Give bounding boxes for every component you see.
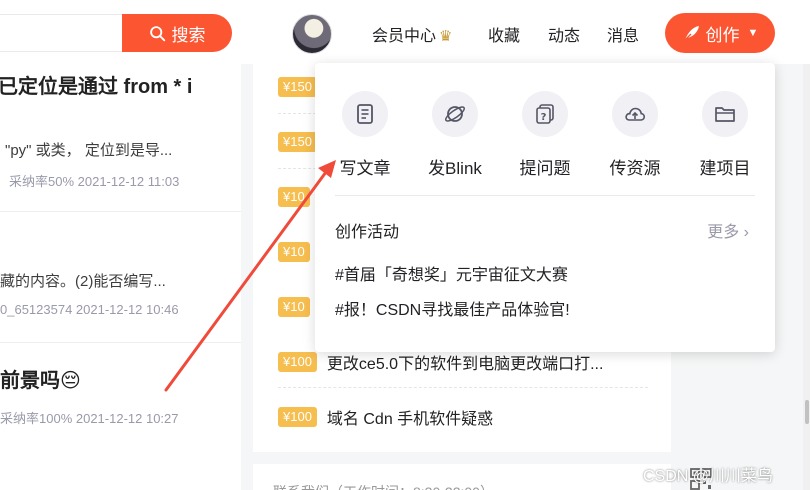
chevron-right-icon: › xyxy=(743,224,749,241)
bounty-row[interactable]: ¥100 域名 Cdn 手机软件疑惑 xyxy=(278,405,648,429)
bounty-badge: ¥150 xyxy=(278,77,317,97)
folder-icon xyxy=(702,91,748,137)
dashed-divider xyxy=(278,387,648,388)
tool-create-project[interactable]: 建项目 xyxy=(690,91,760,179)
nav-favorites[interactable]: 收藏 xyxy=(488,22,520,46)
search-button[interactable]: 搜索 xyxy=(122,14,232,52)
question-title-3[interactable]: 前景吗😔 xyxy=(0,364,241,393)
scrollbar-thumb[interactable] xyxy=(805,400,809,424)
crown-icon: ♛ xyxy=(439,28,453,45)
tool-label: 发Blink xyxy=(428,159,482,178)
question-title-1[interactable]: 已定位是通过 from * i xyxy=(0,70,239,99)
bounty-badge: ¥10 xyxy=(278,297,310,317)
menu-divider xyxy=(335,195,755,196)
watermark: CSDN @川川菜鸟 xyxy=(643,468,774,485)
search-icon xyxy=(149,25,165,41)
bounty-badge: ¥10 xyxy=(278,242,310,262)
top-navbar: 搜索 会员中心 ♛ 收藏 动态 消息 创作 ▼ xyxy=(0,0,810,64)
tool-label: 提问题 xyxy=(519,159,571,178)
question-icon: ? xyxy=(522,91,568,137)
tool-label: 写文章 xyxy=(339,159,391,178)
bounty-title[interactable]: 更改ce5.0下的软件到电脑更改端口打... xyxy=(327,350,603,374)
question-meta-1: 采纳率50% 2021-12-12 11:03 xyxy=(9,174,180,189)
create-button-label: 创作 xyxy=(705,25,740,45)
tool-upload-resource[interactable]: 传资源 xyxy=(600,91,670,179)
tool-post-blink[interactable]: 发Blink xyxy=(420,91,490,179)
question-meta-3: 采纳率100% 2021-12-12 10:27 xyxy=(0,411,179,426)
contact-text: 联系我们（工作时间：8:30-22:00） xyxy=(273,482,494,490)
cloud-upload-icon xyxy=(612,91,658,137)
search-input[interactable] xyxy=(0,14,135,52)
avatar[interactable] xyxy=(292,14,332,54)
nav-vip-label: 会员中心 xyxy=(372,28,437,45)
search-button-label: 搜索 xyxy=(171,25,206,45)
bounty-badge: ¥100 xyxy=(278,352,317,372)
activity-heading: 创作活动 xyxy=(335,224,400,241)
planet-icon xyxy=(432,91,478,137)
question-snippet-1: "py" 或类， 定位到是导... xyxy=(5,142,173,159)
nav-dynamics[interactable]: 动态 xyxy=(548,22,580,46)
list-divider xyxy=(0,342,241,343)
nav-vip-center[interactable]: 会员中心 ♛ xyxy=(372,22,452,46)
activity-link-2[interactable]: #报！CSDN寻找最佳产品体验官! xyxy=(335,296,570,320)
tool-write-article[interactable]: 写文章 xyxy=(330,91,400,179)
document-icon xyxy=(342,91,388,137)
contact-card: 联系我们（工作时间：8:30-22:00） xyxy=(253,464,671,490)
tool-label: 传资源 xyxy=(609,159,661,178)
tool-ask-question[interactable]: ? 提问题 xyxy=(510,91,580,179)
bounty-badge: ¥10 xyxy=(278,187,310,207)
question-meta-2: 0_65123574 2021-12-12 10:46 xyxy=(0,302,179,317)
bounty-row[interactable]: ¥100 更改ce5.0下的软件到电脑更改端口打... xyxy=(278,350,648,374)
scrollbar-track[interactable] xyxy=(803,64,810,490)
activity-link-1[interactable]: #首届「奇想奖」元宇宙征文大赛 xyxy=(335,261,568,285)
create-dropdown-menu: 写文章 发Blink ? 提问题 传资源 建项目 创作活动 更多 › #首届「奇… xyxy=(315,63,775,352)
pen-icon xyxy=(683,26,699,42)
caret-down-icon: ▼ xyxy=(747,27,759,39)
create-button[interactable]: 创作 ▼ xyxy=(665,13,775,53)
svg-text:?: ? xyxy=(541,112,547,123)
list-divider xyxy=(0,211,241,212)
more-link[interactable]: 更多 › xyxy=(707,218,749,242)
question-snippet-2: 藏的内容。(2)能否编写... xyxy=(0,273,166,290)
bounty-title[interactable]: 域名 Cdn 手机软件疑惑 xyxy=(327,405,493,429)
nav-messages[interactable]: 消息 xyxy=(607,22,639,46)
bounty-badge: ¥100 xyxy=(278,407,317,427)
more-label: 更多 xyxy=(707,224,740,241)
tool-label: 建项目 xyxy=(699,159,751,178)
bounty-badge: ¥150 xyxy=(278,132,317,152)
